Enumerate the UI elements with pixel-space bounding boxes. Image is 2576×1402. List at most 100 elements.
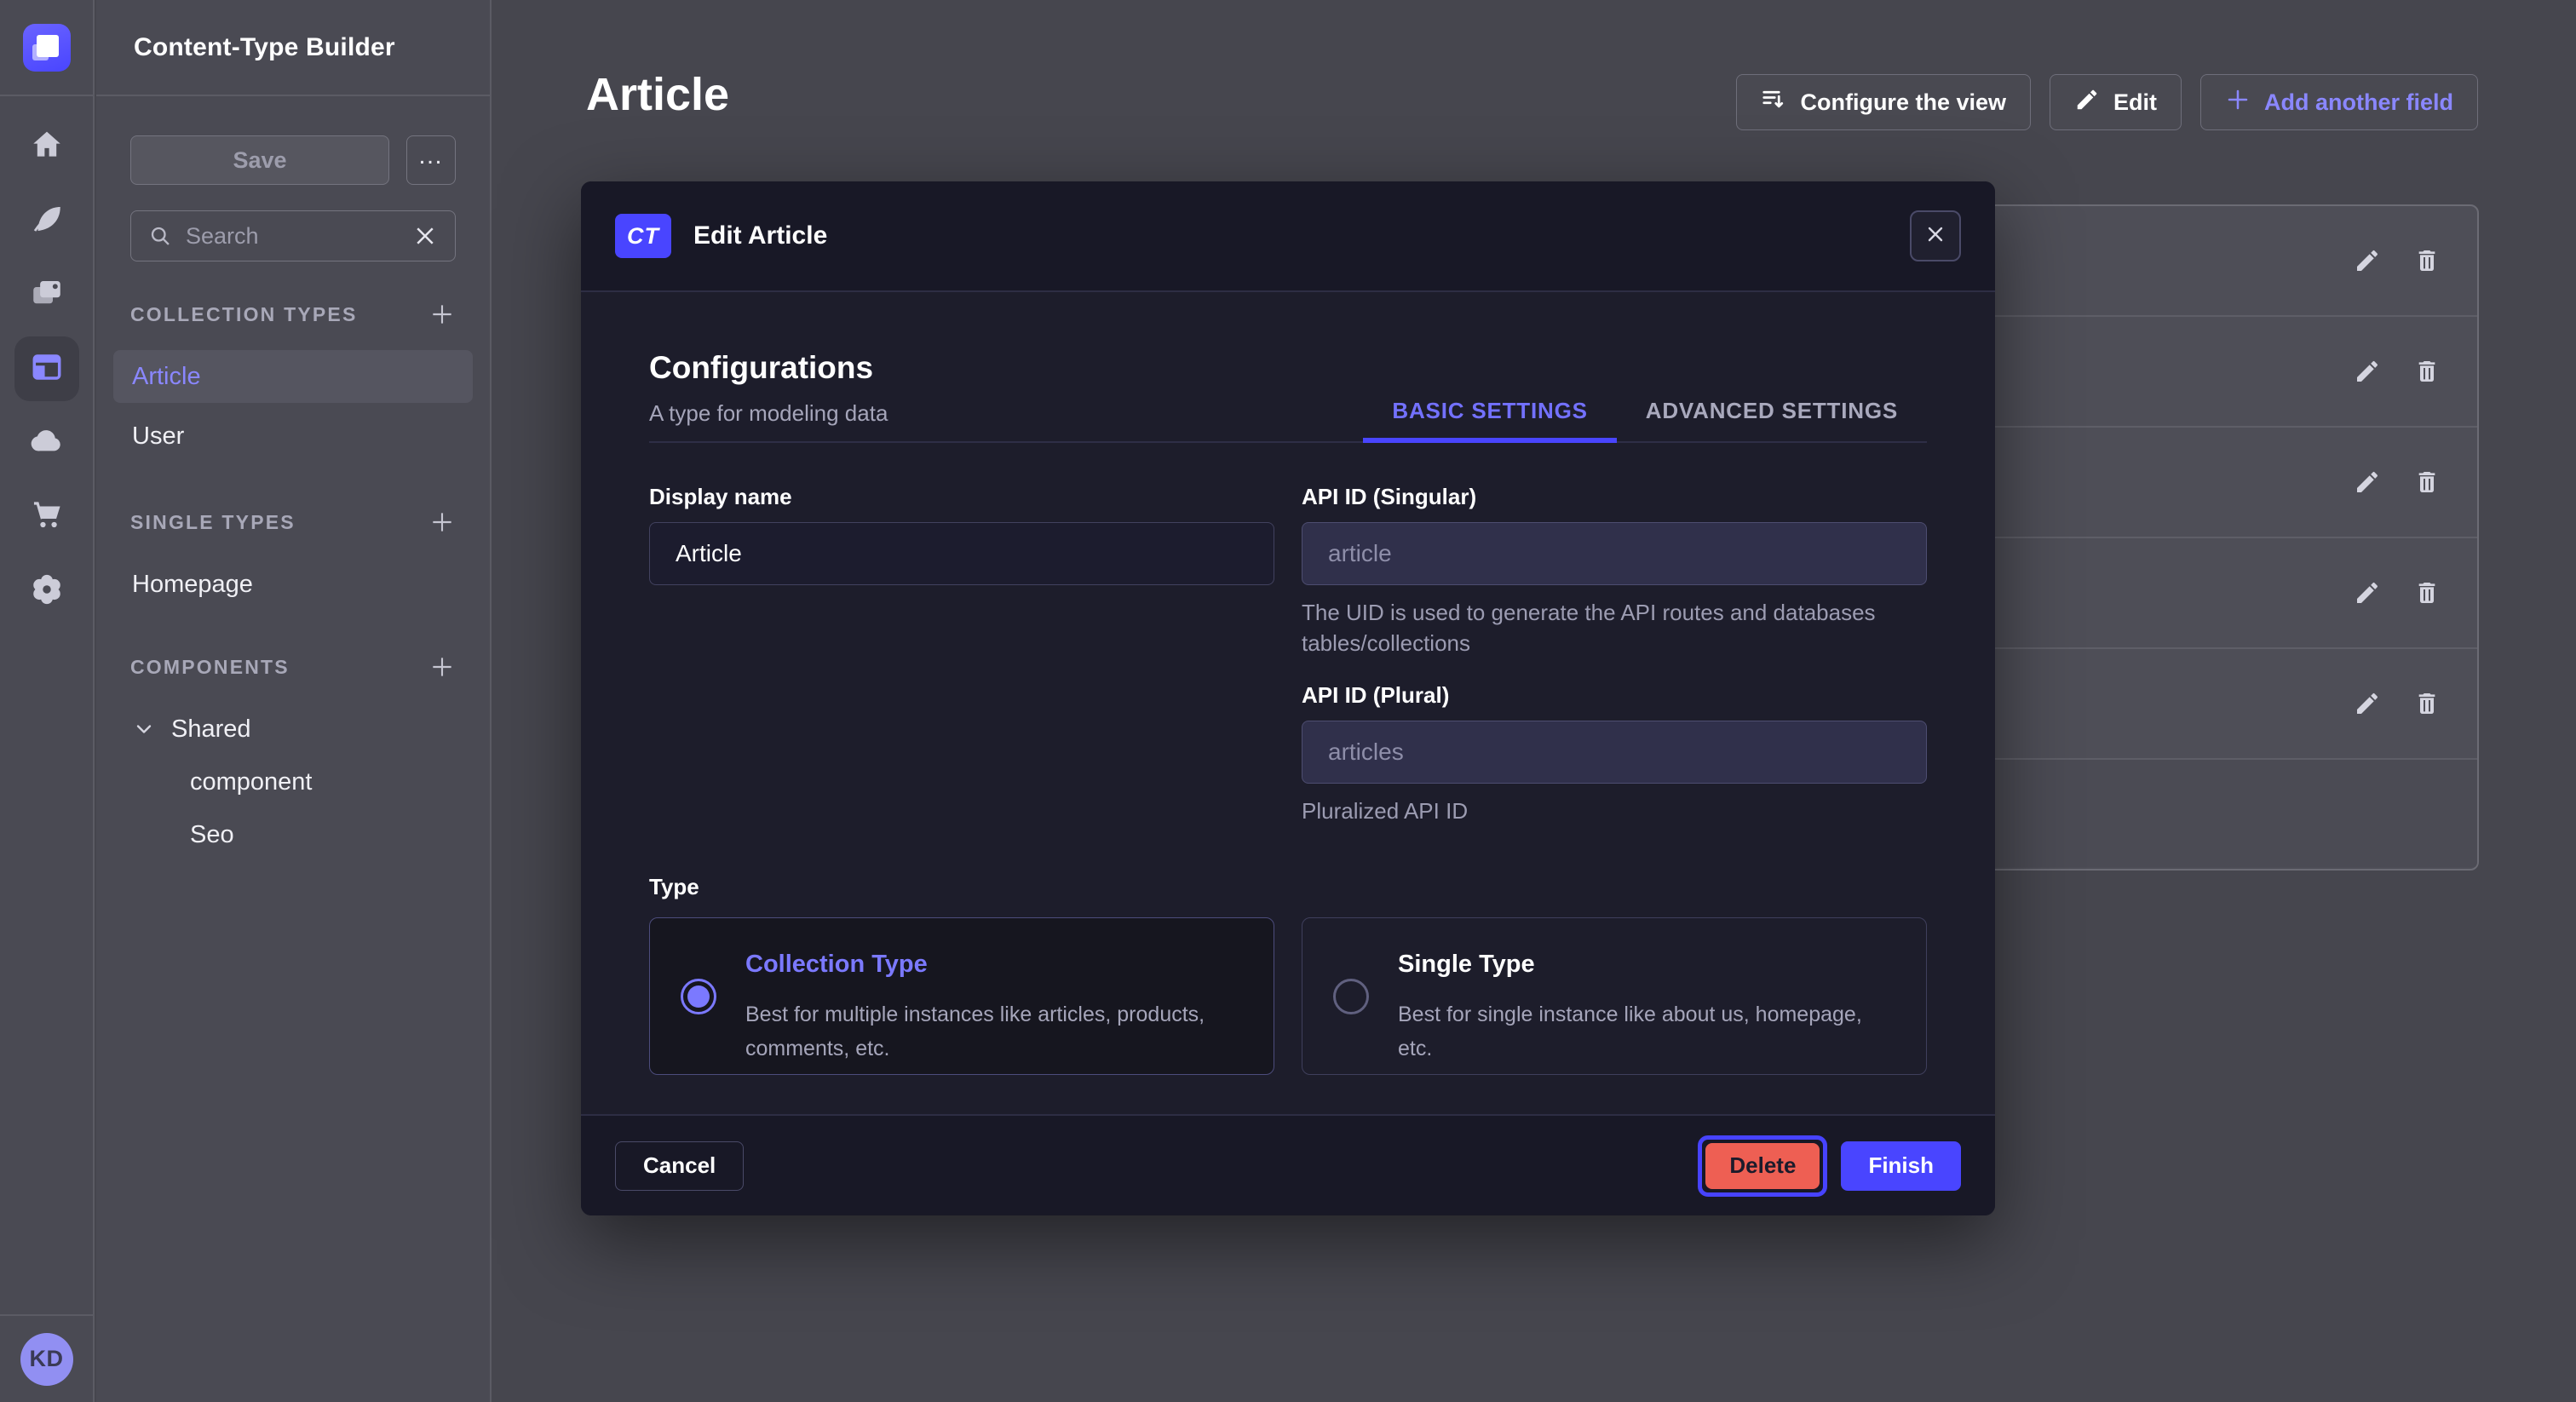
gear-icon bbox=[29, 572, 65, 612]
home-icon bbox=[29, 127, 65, 167]
tab-basic-settings[interactable]: BASIC SETTINGS bbox=[1363, 383, 1616, 443]
sidebar-item-article[interactable]: Article bbox=[113, 350, 473, 403]
collection-type-description: Best for multiple instances like article… bbox=[745, 997, 1250, 1066]
strapi-logo bbox=[23, 24, 71, 72]
edit-article-modal: CT Edit Article Configurations A type fo… bbox=[581, 181, 1995, 1215]
sidebar-item-component[interactable]: component bbox=[113, 756, 473, 808]
sidebar-item-seo[interactable]: Seo bbox=[113, 808, 473, 861]
add-another-field-button[interactable]: Add another field bbox=[2200, 74, 2478, 130]
media-icon bbox=[29, 275, 65, 315]
api-id-singular-input bbox=[1302, 522, 1927, 585]
components-section: COMPONENTS bbox=[130, 653, 456, 681]
configure-list-icon bbox=[1761, 87, 1786, 118]
logo-area bbox=[0, 0, 93, 96]
display-name-label: Display name bbox=[649, 484, 1274, 510]
content-type-title: Article bbox=[586, 68, 729, 121]
delete-field-icon[interactable] bbox=[2408, 353, 2446, 390]
modal-header: CT Edit Article bbox=[581, 181, 1995, 292]
sidebar-search[interactable] bbox=[130, 210, 456, 261]
api-id-singular-help: The UID is used to generate the API rout… bbox=[1302, 597, 1927, 658]
delete-field-icon[interactable] bbox=[2408, 463, 2446, 501]
delete-button[interactable]: Delete bbox=[1705, 1143, 1820, 1189]
api-id-singular-field: API ID (Singular) The UID is used to gen… bbox=[1302, 484, 1927, 658]
add-single-type-icon[interactable] bbox=[428, 509, 456, 536]
more-options-button[interactable]: … bbox=[406, 135, 456, 185]
collection-types-section: COLLECTION TYPES bbox=[130, 301, 456, 328]
content-type-badge: CT bbox=[615, 214, 671, 258]
close-icon bbox=[1925, 224, 1946, 249]
nav-home[interactable] bbox=[14, 114, 79, 179]
feather-icon bbox=[29, 201, 65, 241]
configure-view-label: Configure the view bbox=[1800, 89, 2006, 116]
add-field-label: Add another field bbox=[2264, 89, 2453, 116]
nav-marketplace[interactable] bbox=[14, 485, 79, 549]
sidebar-header: Content-Type Builder bbox=[96, 0, 490, 96]
single-type-title: Single Type bbox=[1398, 951, 1902, 979]
cloud-icon bbox=[29, 423, 65, 463]
configurations-heading: Configurations bbox=[649, 350, 873, 386]
nav-media-library[interactable] bbox=[14, 262, 79, 327]
edit-field-icon[interactable] bbox=[2349, 353, 2386, 390]
section-label: SINGLE TYPES bbox=[130, 511, 296, 534]
display-name-field: Display name bbox=[649, 484, 1274, 585]
radio-unselected-icon[interactable] bbox=[1333, 979, 1369, 1014]
display-name-input[interactable] bbox=[649, 522, 1274, 585]
edit-field-icon[interactable] bbox=[2349, 463, 2386, 501]
edit-label: Edit bbox=[2113, 89, 2157, 116]
radio-selected-icon[interactable] bbox=[681, 979, 716, 1014]
pencil-icon bbox=[2074, 87, 2100, 118]
type-label: Type bbox=[649, 874, 1927, 900]
add-component-icon[interactable] bbox=[428, 653, 456, 681]
edit-button[interactable]: Edit bbox=[2050, 74, 2182, 130]
configurations-header: Configurations A type for modeling data … bbox=[649, 292, 1927, 443]
delete-field-icon[interactable] bbox=[2408, 574, 2446, 612]
api-id-plural-field: API ID (Plural) Pluralized API ID bbox=[1302, 682, 1927, 826]
nav-content-type-builder[interactable] bbox=[14, 336, 79, 401]
tab-advanced-settings[interactable]: ADVANCED SETTINGS bbox=[1617, 383, 1927, 443]
api-id-singular-label: API ID (Singular) bbox=[1302, 484, 1927, 510]
api-id-plural-label: API ID (Plural) bbox=[1302, 682, 1927, 709]
delete-field-icon[interactable] bbox=[2408, 242, 2446, 279]
edit-field-icon[interactable] bbox=[2349, 574, 2386, 612]
user-avatar[interactable]: KD bbox=[20, 1333, 73, 1386]
section-label: COMPONENTS bbox=[130, 656, 290, 679]
page-title: Content-Type Builder bbox=[134, 33, 395, 62]
rail-footer: KD bbox=[0, 1314, 93, 1402]
layout-builder-icon bbox=[29, 349, 65, 389]
edit-field-icon[interactable] bbox=[2349, 242, 2386, 279]
single-type-option[interactable]: Single Type Best for single instance lik… bbox=[1302, 917, 1927, 1075]
save-button[interactable]: Save bbox=[130, 135, 389, 185]
sidebar-item-user[interactable]: User bbox=[113, 410, 473, 463]
delete-field-icon[interactable] bbox=[2408, 685, 2446, 722]
nav-content-manager[interactable] bbox=[14, 188, 79, 253]
search-icon bbox=[148, 224, 172, 248]
sidebar: Content-Type Builder Save … COLLECTION T… bbox=[96, 0, 492, 1402]
modal-footer: Cancel Delete Finish bbox=[581, 1114, 1995, 1215]
configure-view-button[interactable]: Configure the view bbox=[1736, 74, 2031, 130]
close-modal-button[interactable] bbox=[1910, 210, 1961, 261]
collection-type-title: Collection Type bbox=[745, 951, 1250, 979]
collection-type-option[interactable]: Collection Type Best for multiple instan… bbox=[649, 917, 1274, 1075]
ellipsis-icon: … bbox=[417, 141, 445, 170]
finish-button[interactable]: Finish bbox=[1841, 1141, 1961, 1191]
nav-settings[interactable] bbox=[14, 559, 79, 623]
clear-search-icon[interactable] bbox=[412, 223, 438, 249]
sidebar-group-shared[interactable]: Shared bbox=[113, 703, 473, 756]
settings-tabs: BASIC SETTINGS ADVANCED SETTINGS bbox=[1363, 383, 1927, 443]
cancel-button[interactable]: Cancel bbox=[615, 1141, 744, 1191]
modal-body: Configurations A type for modeling data … bbox=[581, 292, 1995, 1114]
nav-deploy[interactable] bbox=[14, 411, 79, 475]
sidebar-item-homepage[interactable]: Homepage bbox=[113, 558, 473, 611]
add-collection-type-icon[interactable] bbox=[428, 301, 456, 328]
single-types-section: SINGLE TYPES bbox=[130, 509, 456, 536]
chevron-down-icon bbox=[132, 717, 156, 741]
edit-field-icon[interactable] bbox=[2349, 685, 2386, 722]
configurations-subheading: A type for modeling data bbox=[649, 400, 888, 427]
modal-title: Edit Article bbox=[693, 221, 827, 250]
group-label: Shared bbox=[171, 715, 251, 744]
api-id-plural-help: Pluralized API ID bbox=[1302, 796, 1927, 826]
search-input[interactable] bbox=[186, 223, 399, 250]
cart-icon bbox=[29, 497, 65, 537]
delete-button-highlight-ring: Delete bbox=[1698, 1135, 1827, 1197]
single-type-description: Best for single instance like about us, … bbox=[1398, 997, 1902, 1066]
